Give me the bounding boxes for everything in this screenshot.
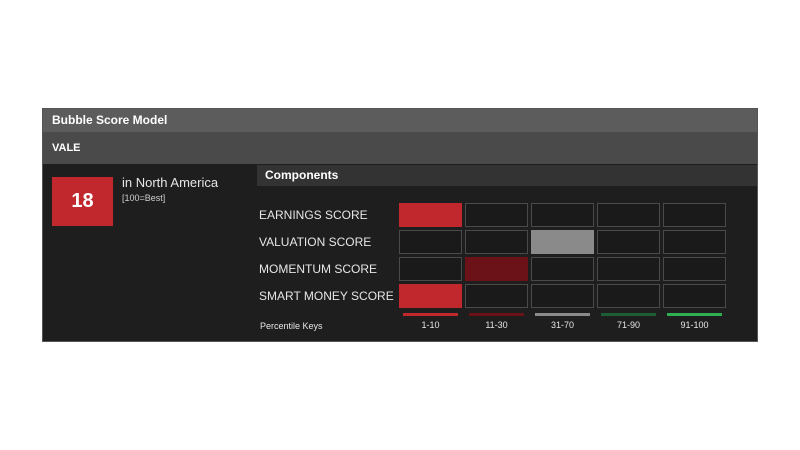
score-cell (663, 284, 726, 308)
percentile-key: 11-30 (469, 313, 524, 330)
bubble-score-widget: Bubble Score Model VALE 18 in North Amer… (42, 108, 758, 342)
region-label: in North America (122, 175, 219, 190)
row-label: VALUATION SCORE (259, 235, 372, 249)
score-cell (531, 230, 594, 254)
key-color-bar (667, 313, 722, 316)
score-cell (465, 284, 528, 308)
score-cell (465, 230, 528, 254)
key-color-bar (535, 313, 590, 316)
score-cell (597, 230, 660, 254)
key-range: 71-90 (616, 320, 641, 330)
components-header: Components (257, 165, 757, 186)
row-label: MOMENTUM SCORE (259, 262, 377, 276)
scale-note: [100=Best] (122, 193, 166, 203)
score-cell (531, 257, 594, 281)
percentile-key: 1-10 (403, 313, 458, 330)
key-color-bar (601, 313, 656, 316)
percentile-key: 31-70 (535, 313, 590, 330)
score-cell (597, 203, 660, 227)
score-cell (597, 284, 660, 308)
score-cell (531, 284, 594, 308)
score-cell (663, 230, 726, 254)
key-range: 1-10 (421, 320, 440, 330)
key-range: 91-100 (680, 320, 709, 330)
key-color-bar (403, 313, 458, 316)
widget-title: Bubble Score Model (43, 109, 757, 132)
score-cell (399, 203, 462, 227)
key-range: 11-30 (485, 320, 508, 330)
key-color-bar (469, 313, 524, 316)
percentile-key: 71-90 (601, 313, 656, 330)
score-cell (597, 257, 660, 281)
score-cell (663, 203, 726, 227)
score-cell (663, 257, 726, 281)
percentile-keys-label: Percentile Keys (260, 321, 323, 331)
row-label: SMART MONEY SCORE (259, 289, 394, 303)
score-value: 18 (52, 177, 113, 226)
score-cell (399, 257, 462, 281)
key-range: 31-70 (550, 320, 575, 330)
percentile-key: 91-100 (667, 313, 722, 330)
row-label: EARNINGS SCORE (259, 208, 368, 222)
score-cell (465, 203, 528, 227)
score-cell (465, 257, 528, 281)
ticker-label: VALE (43, 132, 757, 164)
score-cell (399, 284, 462, 308)
score-cell (399, 230, 462, 254)
score-cell (531, 203, 594, 227)
